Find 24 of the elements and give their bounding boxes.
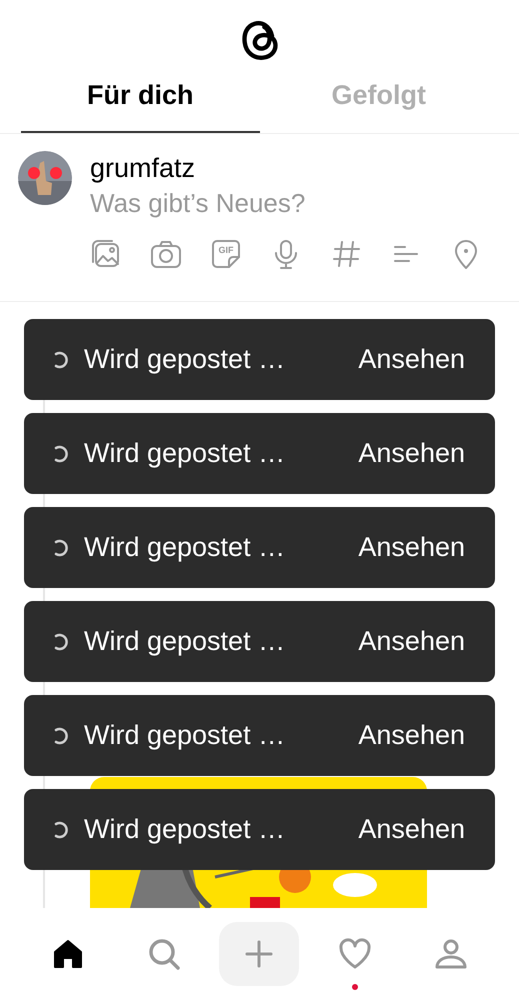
- view-button[interactable]: Ansehen: [358, 621, 465, 662]
- view-button[interactable]: Ansehen: [358, 715, 465, 756]
- spinner-icon: [52, 726, 68, 744]
- toast-message: Wird gepostet …: [84, 531, 286, 564]
- spinner-icon: [52, 444, 68, 462]
- toast-message: Wird gepostet …: [84, 437, 286, 470]
- view-button[interactable]: Ansehen: [358, 339, 465, 380]
- view-button[interactable]: Ansehen: [358, 527, 465, 568]
- gallery-icon[interactable]: [90, 238, 122, 270]
- camera-icon[interactable]: [150, 238, 182, 270]
- toast-message: Wird gepostet …: [84, 813, 286, 846]
- view-button[interactable]: Ansehen: [358, 433, 465, 474]
- notification-dot: [352, 984, 358, 990]
- spinner-icon: [52, 538, 68, 556]
- spinner-icon: [52, 632, 68, 650]
- toast-message: Wird gepostet …: [84, 719, 286, 752]
- view-button[interactable]: Ansehen: [358, 809, 465, 850]
- hashtag-icon[interactable]: [330, 238, 362, 270]
- spinner-icon: [52, 350, 68, 368]
- toast-message: Wird gepostet …: [84, 625, 286, 658]
- username: grumfatz: [90, 152, 196, 185]
- spinner-icon: [52, 820, 68, 838]
- toast-message: Wird gepostet …: [84, 343, 286, 376]
- feed-tab[interactable]: Für dich: [21, 70, 260, 133]
